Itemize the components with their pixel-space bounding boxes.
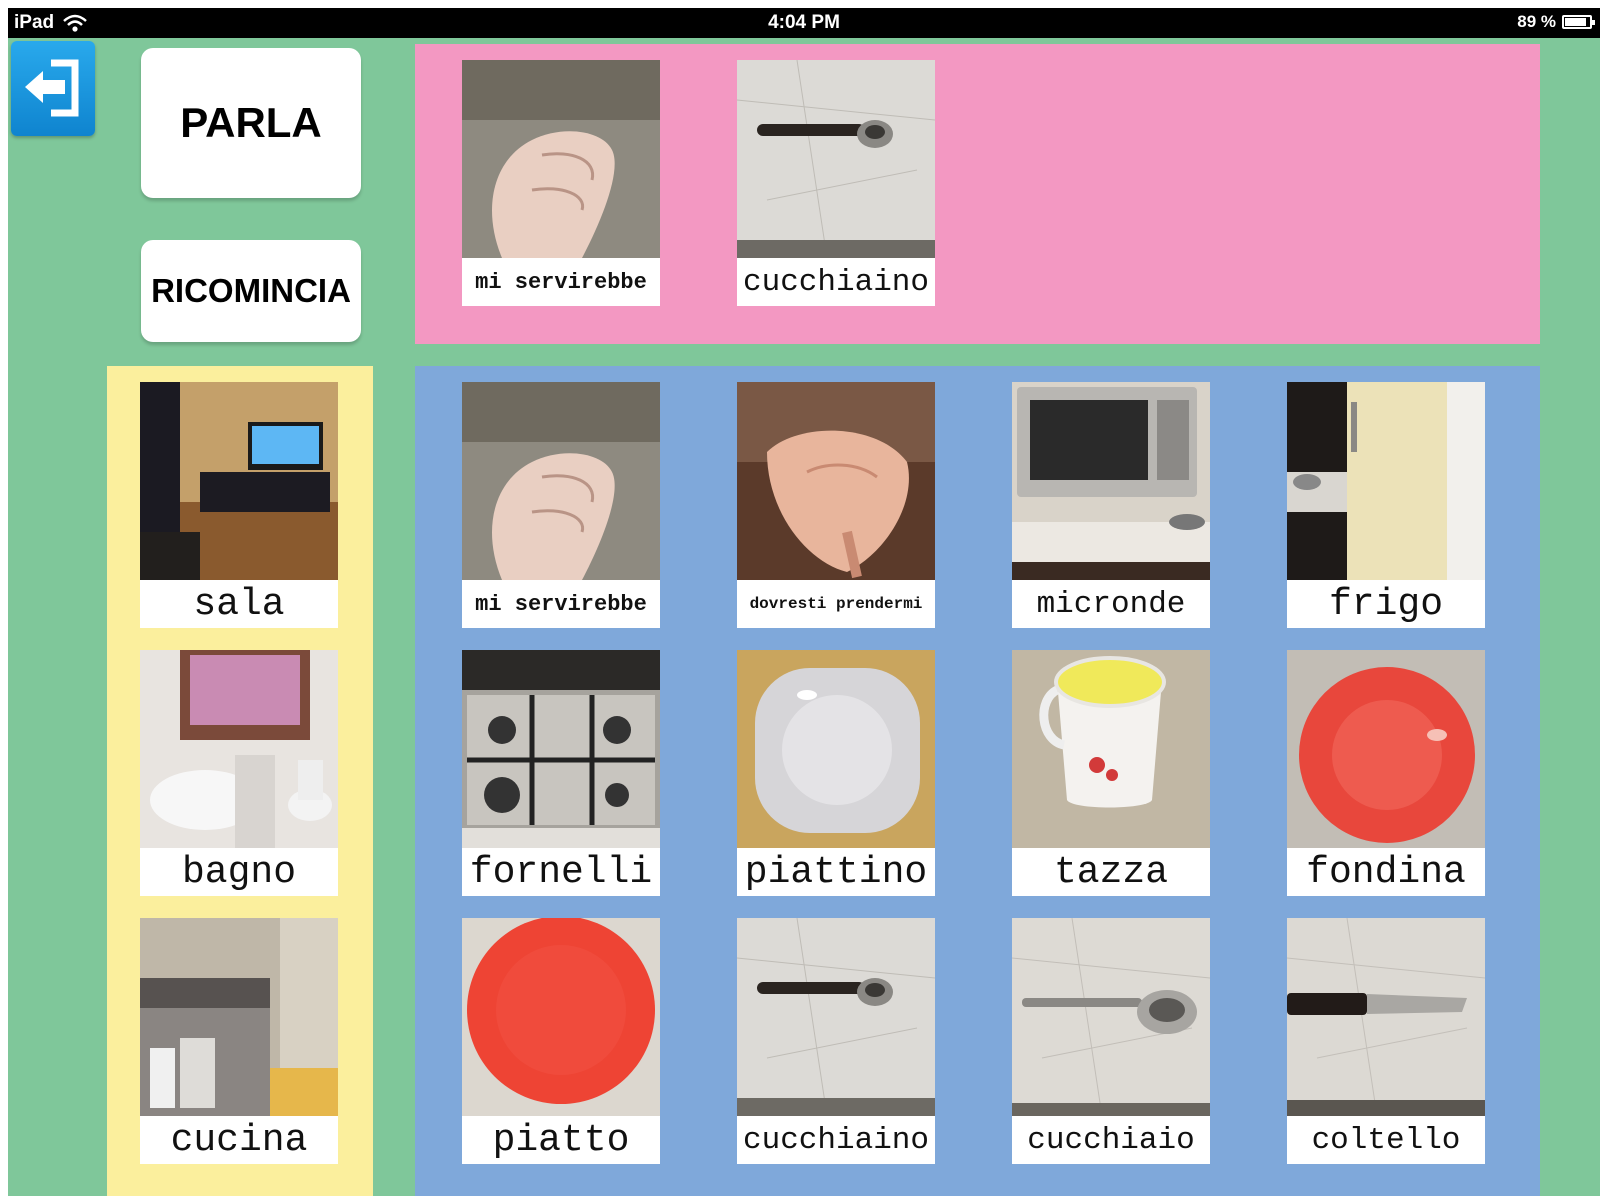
fridge-photo	[1287, 382, 1485, 580]
sentence-card[interactable]: cucchiaino	[737, 60, 935, 306]
sentence-card[interactable]: mi servirebbe	[462, 60, 660, 306]
symbol-card[interactable]: piattino	[737, 650, 935, 896]
card-label: bagno	[181, 850, 297, 894]
category-card[interactable]: bagno	[140, 650, 338, 896]
card-label: mi servirebbe	[475, 269, 647, 295]
white-plate-photo	[737, 650, 935, 848]
symbol-card[interactable]: fondina	[1287, 650, 1485, 896]
symbol-card[interactable]: cucchiaino	[737, 918, 935, 1164]
mug-photo	[1012, 650, 1210, 848]
card-label: fondina	[1306, 850, 1466, 894]
battery-percent: 89 %	[1517, 12, 1556, 31]
card-label: piatto	[492, 1118, 630, 1162]
speak-button[interactable]: PARLA	[141, 48, 361, 198]
card-label: cucchiaio	[1027, 1122, 1195, 1158]
symbol-card[interactable]: dovresti prendermi	[737, 382, 935, 628]
knife-photo	[1287, 918, 1485, 1116]
card-label: fornelli	[469, 850, 653, 894]
red-bowl-photo	[1287, 650, 1485, 848]
bathroom-photo	[140, 650, 338, 848]
red-plate-photo	[462, 918, 660, 1116]
stove-photo	[462, 650, 660, 848]
hand-gesture-photo	[462, 382, 660, 580]
teaspoon-photo	[737, 918, 935, 1116]
symbol-card[interactable]: piatto	[462, 918, 660, 1164]
card-label: cucina	[170, 1118, 308, 1162]
living-room-photo	[140, 382, 338, 580]
symbol-card[interactable]: cucchiaio	[1012, 918, 1210, 1164]
symbol-card[interactable]: frigo	[1287, 382, 1485, 628]
card-label: coltello	[1311, 1122, 1461, 1158]
microwave-photo	[1012, 382, 1210, 580]
card-label: sala	[193, 582, 285, 626]
symbol-card[interactable]: micronde	[1012, 382, 1210, 628]
aac-board-app: PARLA RICOMINCIA mi servirebbe cucchiain…	[8, 38, 1600, 1196]
card-label: tazza	[1053, 850, 1169, 894]
card-label: mi servirebbe	[475, 591, 647, 617]
restart-button[interactable]: RICOMINCIA	[141, 240, 361, 342]
exit-arrow-icon	[25, 59, 79, 117]
symbol-card[interactable]: tazza	[1012, 650, 1210, 896]
symbol-card[interactable]: fornelli	[462, 650, 660, 896]
card-label: piattino	[744, 850, 928, 894]
symbol-card[interactable]: coltello	[1287, 918, 1485, 1164]
sentence-strip: mi servirebbe cucchiaino	[415, 44, 1540, 344]
category-panel: sala bagno cucina	[107, 366, 373, 1196]
card-label: cucchiaino	[742, 264, 930, 300]
card-label: micronde	[1036, 586, 1186, 622]
category-card[interactable]: sala	[140, 382, 338, 628]
pointing-hand-photo	[737, 382, 935, 580]
spoon-photo	[1012, 918, 1210, 1116]
card-label: dovresti prendermi	[749, 595, 923, 613]
card-label: frigo	[1328, 582, 1444, 626]
battery-icon	[1562, 15, 1595, 29]
status-bar-right: 89 %	[1517, 12, 1595, 32]
hand-gesture-photo	[462, 60, 660, 258]
exit-button[interactable]	[11, 41, 95, 136]
symbol-board: mi servirebbe dovresti prendermi micrond…	[415, 366, 1540, 1196]
teaspoon-photo	[737, 60, 935, 258]
symbol-card[interactable]: mi servirebbe	[462, 382, 660, 628]
category-card[interactable]: cucina	[140, 918, 338, 1164]
kitchen-photo	[140, 918, 338, 1116]
card-label: cucchiaino	[742, 1122, 930, 1158]
status-bar: iPad 4:04 PM 89 %	[8, 8, 1600, 38]
clock: 4:04 PM	[768, 12, 840, 33]
